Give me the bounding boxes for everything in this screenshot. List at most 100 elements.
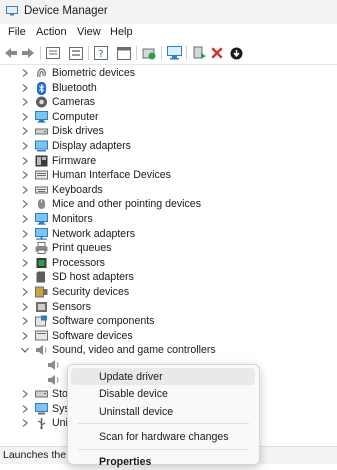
toolbar-separator xyxy=(40,46,41,60)
chevron-right-icon[interactable] xyxy=(20,97,30,107)
scan-hardware-menu-item[interactable]: Scan for hardware changes xyxy=(71,428,255,445)
menu-item-label: Update driver xyxy=(99,371,163,383)
tree-item[interactable]: Firmware xyxy=(0,154,337,169)
computer-icon xyxy=(35,110,48,123)
mouse-icon xyxy=(35,198,48,210)
display-adapter-icon xyxy=(35,140,48,152)
update-driver-icon[interactable] xyxy=(141,45,157,61)
chevron-right-icon[interactable] xyxy=(20,141,30,151)
toolbar: ? xyxy=(0,42,337,65)
chevron-right-icon[interactable] xyxy=(20,229,30,239)
tree-item[interactable]: Mice and other pointing devices xyxy=(0,197,337,212)
bluetooth-icon xyxy=(35,81,48,95)
tree-item-label: Biometric devices xyxy=(52,67,136,79)
menu-item-label: Scan for hardware changes xyxy=(99,431,229,443)
forward-arrow-icon[interactable] xyxy=(20,45,36,61)
tree-item[interactable]: Cameras xyxy=(0,95,337,110)
software-device-icon xyxy=(35,330,48,342)
chevron-right-icon[interactable] xyxy=(20,68,30,78)
properties-icon[interactable] xyxy=(45,45,61,61)
speaker-icon xyxy=(47,359,60,371)
enable-device-icon[interactable] xyxy=(192,45,208,61)
speaker-icon xyxy=(35,344,48,356)
tree-item-label: Processors xyxy=(52,256,105,269)
tree-item[interactable]: Bluetooth xyxy=(0,81,337,96)
chevron-right-icon[interactable] xyxy=(20,418,30,428)
chevron-right-icon[interactable] xyxy=(20,389,30,399)
chevron-right-icon[interactable] xyxy=(20,316,30,326)
network-adapter-icon xyxy=(35,227,48,240)
toolbar-separator xyxy=(161,46,162,60)
device-list-icon[interactable] xyxy=(68,45,84,61)
chevron-right-icon[interactable] xyxy=(20,156,30,166)
chevron-right-icon[interactable] xyxy=(20,272,30,282)
tree-item[interactable]: Computer xyxy=(0,110,337,125)
download-icon[interactable] xyxy=(228,45,244,61)
security-device-icon xyxy=(35,286,48,298)
menu-help[interactable]: Help xyxy=(108,26,135,38)
chevron-right-icon[interactable] xyxy=(20,243,30,253)
tree-item[interactable]: Biometric devices xyxy=(0,66,337,81)
menu-file[interactable]: File xyxy=(6,26,28,38)
scan-hardware-icon[interactable] xyxy=(166,45,182,61)
sd-card-icon xyxy=(35,271,48,283)
tree-item[interactable]: Security devices xyxy=(0,285,337,300)
chevron-right-icon[interactable] xyxy=(20,199,30,209)
chevron-right-icon[interactable] xyxy=(20,302,30,312)
tree-item[interactable]: Sensors xyxy=(0,300,337,315)
chevron-right-icon[interactable] xyxy=(20,112,30,122)
chevron-down-icon[interactable] xyxy=(20,345,30,355)
tree-item[interactable]: Print queues xyxy=(0,241,337,256)
chevron-right-icon[interactable] xyxy=(20,331,30,341)
tree-item-label: Mice and other pointing devices xyxy=(52,198,201,211)
chevron-right-icon[interactable] xyxy=(20,258,30,268)
disable-device-menu-item[interactable]: Disable device xyxy=(71,385,255,402)
context-menu: Update driver Disable device Uninstall d… xyxy=(67,364,260,468)
uninstall-device-icon[interactable] xyxy=(209,45,225,61)
tree-item[interactable]: Network adapters xyxy=(0,227,337,242)
menu-separator xyxy=(78,449,249,450)
toolbar-separator xyxy=(186,46,187,60)
tree-item-label: Bluetooth xyxy=(52,81,97,94)
tree-item-label: Disk drives xyxy=(52,125,104,138)
chevron-right-icon[interactable] xyxy=(20,214,30,224)
tree-item-label: SD host adapters xyxy=(52,271,134,284)
tree-item-label: Cameras xyxy=(52,96,95,109)
device-manager-app-icon xyxy=(6,6,18,16)
chevron-right-icon[interactable] xyxy=(20,404,30,414)
menu-item-label: Uninstall device xyxy=(99,406,174,418)
tree-item-label: Security devices xyxy=(52,286,130,298)
tree-item[interactable]: Monitors xyxy=(0,212,337,227)
chevron-right-icon[interactable] xyxy=(20,287,30,297)
chevron-right-icon[interactable] xyxy=(20,126,30,136)
tree-item[interactable]: Display adapters xyxy=(0,139,337,154)
tree-item[interactable]: Software devices xyxy=(0,329,337,344)
chevron-right-icon[interactable] xyxy=(20,185,30,195)
tree-item[interactable]: Software components xyxy=(0,314,337,329)
menu-bar: File Action View Help xyxy=(0,24,337,42)
tree-item[interactable]: Human Interface Devices xyxy=(0,168,337,183)
update-driver-menu-item[interactable]: Update driver xyxy=(71,368,255,385)
uninstall-device-menu-item[interactable]: Uninstall device xyxy=(71,403,255,420)
properties-menu-item[interactable]: Properties xyxy=(71,453,255,470)
menu-view[interactable]: View xyxy=(75,26,103,38)
tree-item[interactable]: Sound, video and game controllers xyxy=(0,343,337,358)
menu-item-label: Properties xyxy=(99,456,152,468)
disk-drive-icon xyxy=(35,125,48,137)
chevron-right-icon[interactable] xyxy=(20,83,30,93)
tree-item[interactable]: Processors xyxy=(0,256,337,271)
tree-item-label: Software devices xyxy=(52,329,133,342)
hid-icon xyxy=(35,169,48,181)
tree-item[interactable]: Keyboards xyxy=(0,183,337,198)
window-icon[interactable] xyxy=(116,45,132,61)
status-text: Launches the U xyxy=(3,449,77,461)
tree-item[interactable]: SD host adapters xyxy=(0,270,337,285)
menu-action[interactable]: Action xyxy=(34,26,69,38)
svg-text:?: ? xyxy=(98,49,103,60)
chevron-right-icon[interactable] xyxy=(20,170,30,180)
back-arrow-icon[interactable] xyxy=(3,45,19,61)
tree-item-label: Print queues xyxy=(52,242,112,255)
help-icon[interactable]: ? xyxy=(93,45,109,61)
tree-item[interactable]: Disk drives xyxy=(0,124,337,139)
software-component-icon xyxy=(35,315,48,327)
